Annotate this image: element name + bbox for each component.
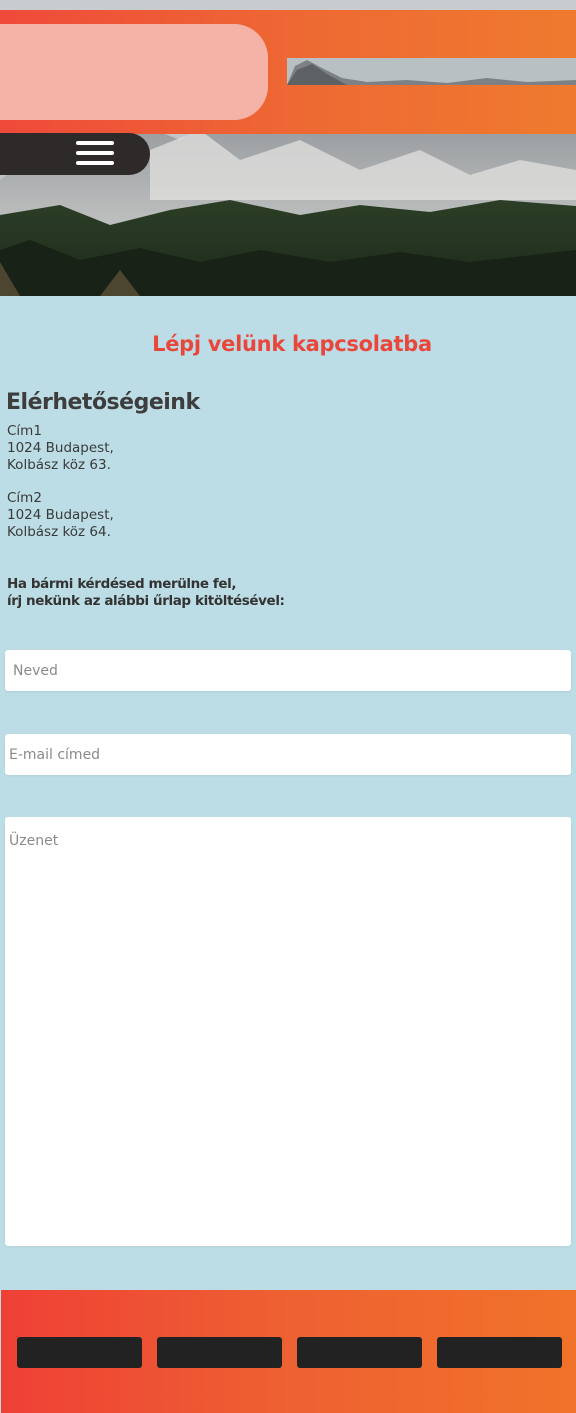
hero-banner [0, 0, 576, 296]
footer-button-1[interactable] [17, 1337, 142, 1368]
footer [1, 1290, 576, 1413]
address-name: Cím1 [7, 423, 42, 439]
hamburger-menu-icon[interactable] [76, 141, 114, 167]
address-line: Kolbász köz 63. [7, 457, 111, 473]
address-name: Cím2 [7, 490, 42, 506]
message-textarea[interactable] [5, 817, 571, 1246]
menu-toggle-button[interactable] [0, 133, 150, 175]
footer-button-2[interactable] [157, 1337, 282, 1368]
footer-button-3[interactable] [297, 1337, 422, 1368]
logo-placeholder[interactable] [0, 24, 268, 120]
contact-heading: Elérhetőségeink [6, 390, 200, 415]
header-gap-image [287, 58, 576, 85]
footer-button-4[interactable] [437, 1337, 562, 1368]
email-input[interactable] [5, 734, 571, 775]
address-block-1: Cím1 1024 Budapest, Kolbász köz 63. [7, 423, 114, 474]
name-input[interactable] [5, 650, 571, 691]
form-intro-line: Ha bármi kérdésed merülne fel, [7, 576, 237, 592]
address-line: 1024 Budapest, [7, 440, 114, 456]
page-title: Lépj velünk kapcsolatba [152, 332, 432, 356]
form-intro-text: Ha bármi kérdésed merülne fel, írj nekün… [7, 576, 285, 610]
form-intro-line: írj nekünk az alábbi űrlap kitöltésével: [7, 593, 285, 609]
address-line: Kolbász köz 64. [7, 524, 111, 540]
address-block-2: Cím2 1024 Budapest, Kolbász köz 64. [7, 490, 114, 541]
address-line: 1024 Budapest, [7, 507, 114, 523]
